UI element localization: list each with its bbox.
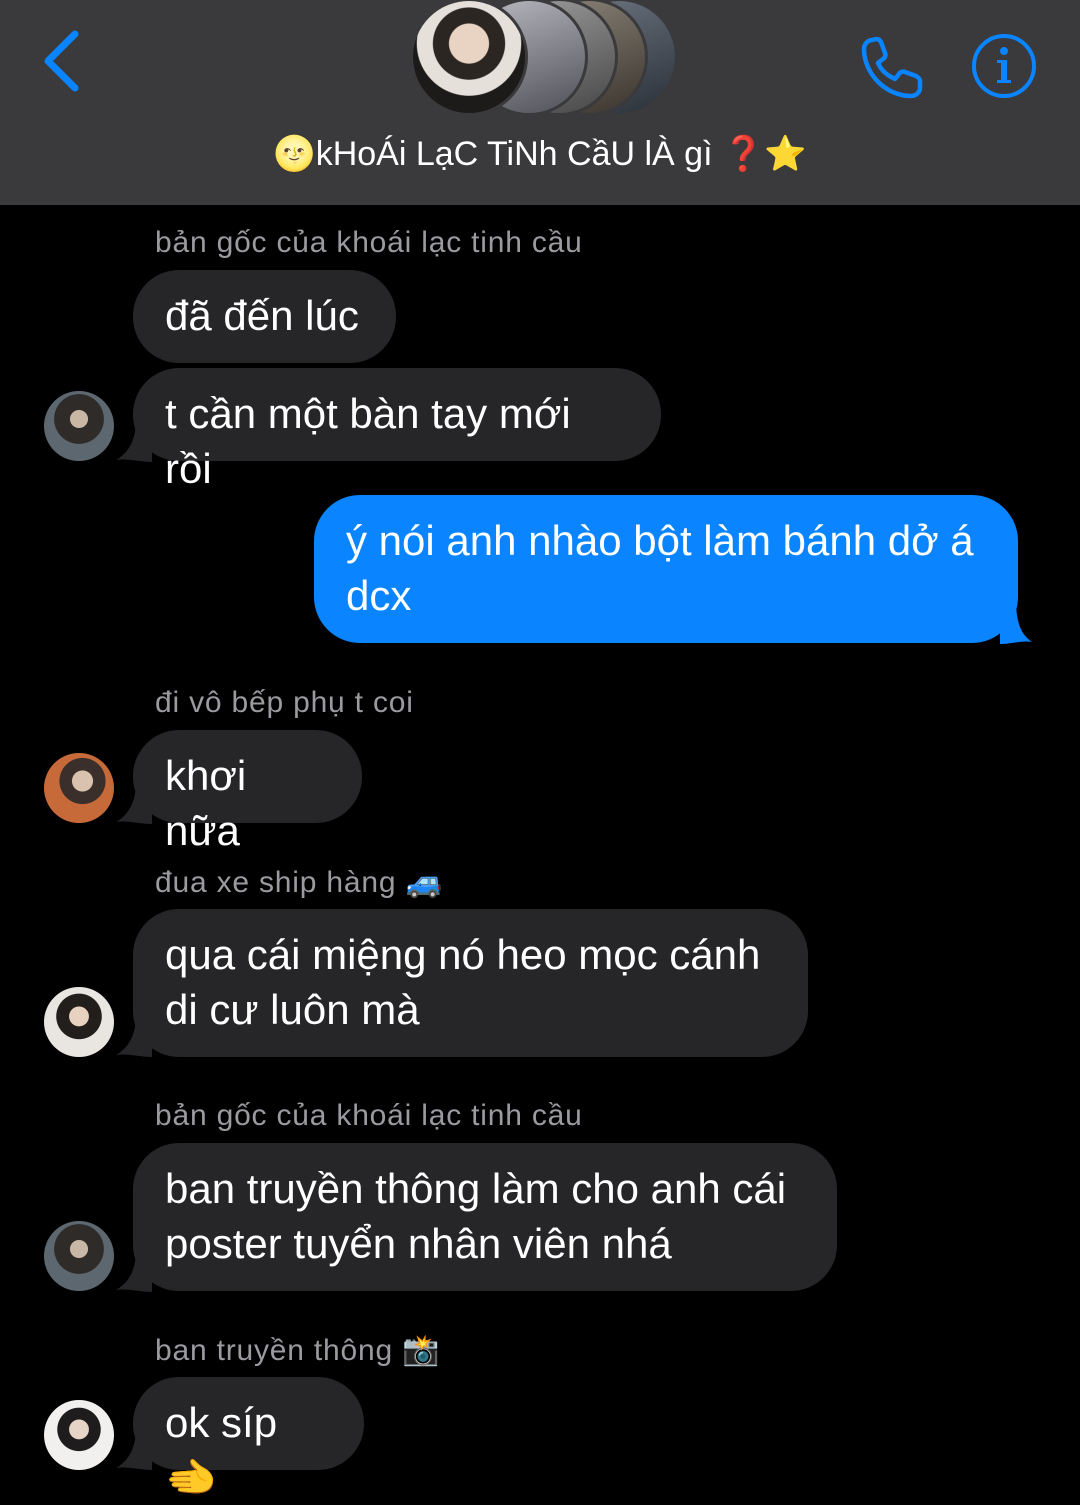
- avatar[interactable]: [44, 753, 114, 823]
- back-button[interactable]: [36, 28, 86, 94]
- chat-title[interactable]: 🌝kHoÁi LạC TiNh CầU lÀ gì ❓⭐: [0, 134, 1080, 174]
- message-bubble[interactable]: khơi nữa: [133, 730, 362, 854]
- message-bubble[interactable]: ban truyền thông làm cho anh cái poster …: [133, 1143, 837, 1291]
- message-bubble[interactable]: đã đến lúc: [133, 270, 396, 363]
- bubble-tail: [1000, 600, 1032, 644]
- sender-name: đi vô bếp phụ t coi: [155, 686, 414, 719]
- avatar[interactable]: [44, 1400, 114, 1470]
- chat-title-text: kHoÁi LạC TiNh CầU lÀ gì: [315, 135, 713, 173]
- message-bubble-outgoing[interactable]: ý nói anh nhào bột làm bánh dở á dcx: [314, 495, 1018, 643]
- group-avatar-main: [410, 0, 528, 116]
- message-bubble[interactable]: t cần một bàn tay mới rồi: [133, 368, 661, 492]
- avatar[interactable]: [44, 1221, 114, 1291]
- sender-name: đua xe ship hàng 🚙: [155, 866, 444, 899]
- moon-face-icon: 🌝: [273, 135, 316, 173]
- message-bubble[interactable]: qua cái miệng nó heo mọc cánh di cư luôn…: [133, 909, 808, 1057]
- phone-icon: [861, 36, 923, 99]
- message-bubble[interactable]: ok síp 🫲: [133, 1377, 364, 1501]
- info-button[interactable]: [970, 32, 1038, 100]
- sender-name: bản gốc của khoái lạc tinh cầu: [155, 1099, 583, 1132]
- sender-name: bản gốc của khoái lạc tinh cầu: [155, 226, 583, 259]
- avatar[interactable]: [44, 391, 114, 461]
- info-icon: [972, 34, 1036, 98]
- question-star-icon: ❓⭐: [721, 135, 807, 173]
- call-button[interactable]: [858, 32, 928, 102]
- group-avatar-stack[interactable]: [410, 0, 680, 118]
- sender-name: ban truyền thông 📸: [155, 1334, 441, 1367]
- avatar[interactable]: [44, 987, 114, 1057]
- chevron-left-icon: [44, 30, 79, 92]
- chat-header: 🌝kHoÁi LạC TiNh CầU lÀ gì ❓⭐: [0, 0, 1080, 205]
